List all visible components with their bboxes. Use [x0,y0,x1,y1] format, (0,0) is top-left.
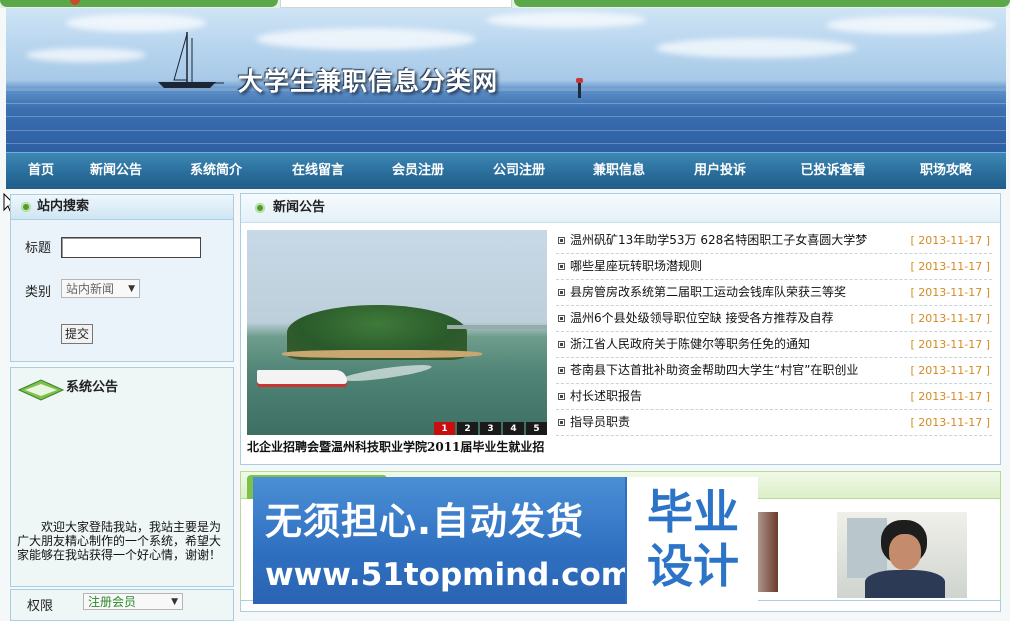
permission-label: 权限 [27,599,54,614]
nav-item-guestbook[interactable]: 在线留言 [278,153,358,189]
news-item[interactable]: 温州矾矿13年助学53万 628名特困职工子女喜圆大学梦 [ 2013-11-1… [556,228,992,254]
browser-tab[interactable] [0,0,278,7]
browser-tab[interactable] [514,0,1010,7]
nav-item-company-register[interactable]: 公司注册 [479,153,559,189]
site-search-heading: 站内搜索 [11,195,233,220]
square-bullet-icon [558,341,565,348]
header-banner: 大学生兼职信息分类网 [6,8,1006,152]
news-slideshow[interactable]: 12345 [247,230,547,435]
square-bullet-icon [558,289,565,296]
permission-select[interactable]: 注册会员 ▼ [83,593,183,610]
system-announcement-box: 系统公告 欢迎大家登陆我站，我站主要是为广大朋友精心制作的一个系统，希望大家能够… [10,367,234,587]
news-item[interactable]: 县房管房改系统第二届职工运动会钱库队荣获三等奖 [ 2013-11-17 ] [556,280,992,306]
square-bullet-icon [558,393,565,400]
site-search-box: 站内搜索 标题 类别 站内新闻 ▼ 提交 [10,194,234,362]
system-announcement-heading: 系统公告 [66,380,119,395]
ad-badge: 毕业设计 [625,477,758,604]
news-item[interactable]: 指导员职责 [ 2013-11-17 ] [556,410,992,436]
chevron-down-icon: ▼ [171,597,178,607]
square-bullet-icon [558,367,565,374]
nav-item-member-register[interactable]: 会员注册 [378,153,458,189]
slide-page-2[interactable]: 2 [457,422,478,435]
login-box: 权限 注册会员 ▼ [10,589,234,621]
ad-banner[interactable]: 无须担心.自动发货 www.51topmind.com 毕业设计 [253,477,758,604]
submit-button[interactable]: 提交 [61,324,94,344]
browser-tab-active[interactable] [280,0,512,8]
nav-item-news[interactable]: 新闻公告 [76,153,156,189]
nav-item-about[interactable]: 系统简介 [176,153,256,189]
news-item[interactable]: 浙江省人民政府关于陈健尔等职务任免的通知 [ 2013-11-17 ] [556,332,992,358]
slide-page-3[interactable]: 3 [480,422,501,435]
green-bullet-icon [255,203,265,213]
nav-item-complaint[interactable]: 用户投诉 [680,153,760,189]
browser-tab-strip [0,0,1010,8]
nav-item-home[interactable]: 首页 [6,153,76,189]
ad-url: www.51topmind.com [265,557,634,593]
square-bullet-icon [558,263,565,270]
news-item[interactable]: 温州6个县处级领导职位空缺 接受各方推荐及自荐 [ 2013-11-17 ] [556,306,992,332]
slide-page-1[interactable]: 1 [434,422,455,435]
chevron-down-icon: ▼ [128,284,135,294]
news-panel: 新闻公告 12345 北企业招聘会暨温州科技职业学院2011届毕业生就业招 温州… [240,193,1001,465]
buoy-icon [576,78,583,98]
title-label: 标题 [25,241,52,256]
book-icon [17,379,65,401]
system-announcement-text: 欢迎大家登陆我站，我站主要是为广大朋友精心制作的一个系统，希望大家能够在我站获得… [17,520,222,562]
site-title: 大学生兼职信息分类网 [238,67,499,96]
ad-headline: 无须担心.自动发货 [265,500,585,543]
news-item[interactable]: 哪些星座玩转职场潜规则 [ 2013-11-17 ] [556,254,992,280]
slide-page-4[interactable]: 4 [503,422,524,435]
person-photo[interactable] [837,512,967,598]
square-bullet-icon [558,237,565,244]
square-bullet-icon [558,419,565,426]
nav-item-jobs[interactable]: 兼职信息 [579,153,659,189]
slideshow-pager: 12345 [432,420,547,435]
news-item[interactable]: 村长述职报告 [ 2013-11-17 ] [556,384,992,410]
sailboat-icon [158,32,224,88]
green-bullet-icon [21,202,31,212]
speedboat-image [257,370,347,384]
news-item[interactable]: 苍南县下达首批补助资金帮助四大学生“村官”在职创业 [ 2013-11-17 ] [556,358,992,384]
news-heading: 新闻公告 [241,194,1000,223]
nav-item-view-complaints[interactable]: 已投诉查看 [788,153,878,189]
slide-caption[interactable]: 北企业招聘会暨温州科技职业学院2011届毕业生就业招 [247,438,547,456]
category-select[interactable]: 站内新闻 ▼ [61,279,140,298]
square-bullet-icon [558,315,565,322]
title-input[interactable] [61,237,201,258]
category-label: 类别 [25,285,52,300]
nav-item-career-tips[interactable]: 职场攻略 [903,153,989,189]
slide-page-5[interactable]: 5 [526,422,547,435]
main-nav: 首页 新闻公告 系统简介 在线留言 会员注册 公司注册 兼职信息 用户投诉 已投… [6,152,1006,189]
